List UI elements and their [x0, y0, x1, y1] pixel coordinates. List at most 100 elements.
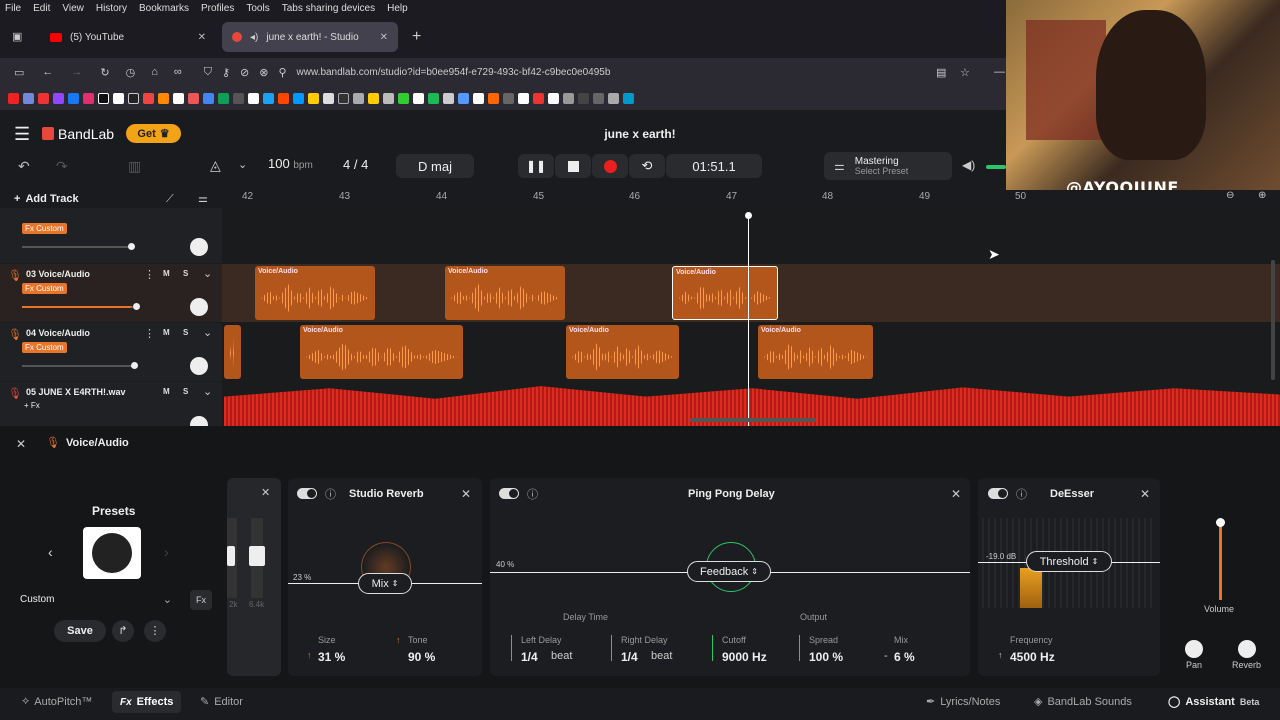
- wand-icon[interactable]: ⟋: [166, 193, 174, 206]
- size-value[interactable]: 31 %: [318, 650, 345, 664]
- mix-value[interactable]: 6 %: [894, 650, 915, 664]
- timeline-ruler[interactable]: 42 43 44 45 46 47 48 49 50 ⊖ ⊕: [224, 190, 1280, 208]
- bookmark-icon[interactable]: [98, 92, 109, 104]
- left-delay-value[interactable]: 1/4: [521, 650, 538, 664]
- chevron-down-icon[interactable]: ⌄: [203, 326, 212, 339]
- info-icon[interactable]: ⓘ: [1016, 486, 1027, 502]
- bookmark-icon[interactable]: [173, 92, 184, 104]
- time-signature[interactable]: 4 / 4: [343, 157, 368, 172]
- track-header[interactable]: Fx Custom: [0, 208, 222, 263]
- menu-file[interactable]: File: [5, 3, 21, 14]
- slider-thumb[interactable]: [128, 243, 135, 250]
- track-header[interactable]: 🎙 03 Voice/Audio ⋮ M S ⌄ Fx Custom: [0, 264, 222, 322]
- bookmark-icon[interactable]: [68, 92, 79, 104]
- zoom-in-icon[interactable]: ⊕: [1258, 190, 1266, 201]
- sidebar-icon[interactable]: ▭: [14, 66, 24, 79]
- bandlab-sounds-button[interactable]: ◈ BandLab Sounds: [1034, 695, 1132, 709]
- bookmark-icon[interactable]: [443, 92, 454, 104]
- left-delay-unit[interactable]: beat: [551, 650, 572, 662]
- pan-knob[interactable]: [190, 416, 208, 426]
- tab-youtube[interactable]: (5) YouTube ✕: [40, 22, 216, 52]
- frequency-value[interactable]: 4500 Hz: [1010, 650, 1055, 664]
- bookmark-icon[interactable]: [398, 92, 409, 104]
- menu-help[interactable]: Help: [387, 3, 408, 14]
- close-effect-icon[interactable]: ✕: [1140, 487, 1150, 501]
- threshold-control[interactable]: Threshold ⇕: [1026, 551, 1112, 572]
- volume-slider[interactable]: [22, 306, 137, 308]
- bookmark-icon[interactable]: [113, 92, 124, 104]
- bookmark-icon[interactable]: [203, 92, 214, 104]
- playhead[interactable]: [748, 214, 749, 426]
- tone-value[interactable]: 90 %: [408, 650, 435, 664]
- bookmark-icon[interactable]: [248, 92, 259, 104]
- bandlab-logo[interactable]: BandLab: [58, 126, 114, 142]
- pause-button[interactable]: ❚❚: [518, 154, 554, 178]
- preset-thumbnail[interactable]: [83, 527, 141, 579]
- info-icon[interactable]: ⓘ: [527, 486, 538, 502]
- bookmark-icon[interactable]: [233, 92, 244, 104]
- autopitch-button[interactable]: ⟡ AutoPitch™: [22, 695, 92, 708]
- playhead-handle[interactable]: [745, 212, 752, 219]
- deesser-toggle[interactable]: [988, 488, 1008, 499]
- bookmark-icon[interactable]: [38, 92, 49, 104]
- lyrics-button[interactable]: ✒ Lyrics/Notes: [926, 695, 1000, 709]
- mixer-icon[interactable]: ▥: [128, 158, 141, 175]
- bandlab-logo-icon[interactable]: [42, 127, 54, 140]
- key-selector[interactable]: D maj: [396, 154, 474, 178]
- reader-icon[interactable]: ▤: [936, 66, 946, 79]
- solo-button[interactable]: S: [183, 269, 188, 278]
- audio-clip[interactable]: Voice/Audio: [758, 325, 873, 379]
- bookmark-icon[interactable]: [383, 92, 394, 104]
- bookmark-icon[interactable]: [353, 92, 364, 104]
- slider-thumb[interactable]: [133, 303, 140, 310]
- feedback-control[interactable]: Feedback ⇕: [687, 561, 771, 582]
- bookmark-icon[interactable]: [623, 92, 634, 104]
- bookmark-icon[interactable]: [563, 92, 574, 104]
- menu-edit[interactable]: Edit: [33, 3, 50, 14]
- mastering-button[interactable]: ⚌ Mastering Select Preset: [824, 152, 952, 180]
- track-header[interactable]: 🎙 05 JUNE X E4RTH!.wav M S ⌄ + Fx: [0, 382, 222, 426]
- bookmark-icon[interactable]: [188, 92, 199, 104]
- audio-clip[interactable]: [224, 325, 241, 379]
- bookmark-icon[interactable]: [338, 92, 349, 104]
- eq-slider-thumb[interactable]: [227, 546, 235, 566]
- loop-button[interactable]: ⟲: [629, 154, 665, 178]
- back-icon[interactable]: ←: [42, 66, 53, 78]
- close-tab-icon[interactable]: ✕: [198, 32, 206, 43]
- reverb-mix-control[interactable]: Mix ⇕: [358, 573, 412, 594]
- reverb-knob[interactable]: [1238, 640, 1256, 658]
- fx-badge[interactable]: Fx Custom: [22, 283, 67, 294]
- bookmark-icon[interactable]: [128, 92, 139, 104]
- fx-badge[interactable]: Fx Custom: [22, 342, 67, 353]
- add-fx-button[interactable]: + Fx: [24, 401, 40, 410]
- pan-knob[interactable]: [1185, 640, 1203, 658]
- effects-tab[interactable]: Fx Effects: [112, 691, 182, 713]
- bookmark-icon[interactable]: [368, 92, 379, 104]
- bookmark-icon[interactable]: [428, 92, 439, 104]
- bookmark-icon[interactable]: [308, 92, 319, 104]
- close-effect-icon[interactable]: ✕: [951, 487, 961, 501]
- hamburger-menu-icon[interactable]: ☰: [14, 124, 30, 145]
- audio-clip[interactable]: Voice/Audio: [255, 266, 375, 320]
- new-tab-icon[interactable]: +: [412, 28, 421, 46]
- cutoff-value[interactable]: 9000 Hz: [722, 650, 767, 664]
- shield-icon[interactable]: ⛉: [204, 66, 212, 79]
- fx-badge[interactable]: Fx Custom: [22, 223, 67, 234]
- track-header[interactable]: 🎙 04 Voice/Audio ⋮ M S ⌄ Fx Custom: [0, 323, 222, 381]
- menu-bookmarks[interactable]: Bookmarks: [139, 3, 189, 14]
- metronome-icon[interactable]: ◬: [210, 157, 221, 174]
- bookmark-star-icon[interactable]: ☆: [960, 66, 970, 79]
- slider-thumb[interactable]: [131, 362, 138, 369]
- spread-value[interactable]: 100 %: [809, 650, 843, 664]
- bookmark-icon[interactable]: [548, 92, 559, 104]
- more-icon[interactable]: ⋮: [144, 268, 155, 281]
- bookmark-icon[interactable]: [533, 92, 544, 104]
- bookmark-icon[interactable]: [158, 92, 169, 104]
- bookmark-icon[interactable]: [143, 92, 154, 104]
- next-preset-icon[interactable]: ›: [164, 544, 169, 560]
- bookmark-icon[interactable]: [83, 92, 94, 104]
- close-panel-icon[interactable]: ✕: [16, 437, 26, 451]
- fx-off-icon[interactable]: Fx: [190, 590, 212, 610]
- bookmark-icon[interactable]: [518, 92, 529, 104]
- audio-clip-selected[interactable]: Voice/Audio: [672, 266, 778, 320]
